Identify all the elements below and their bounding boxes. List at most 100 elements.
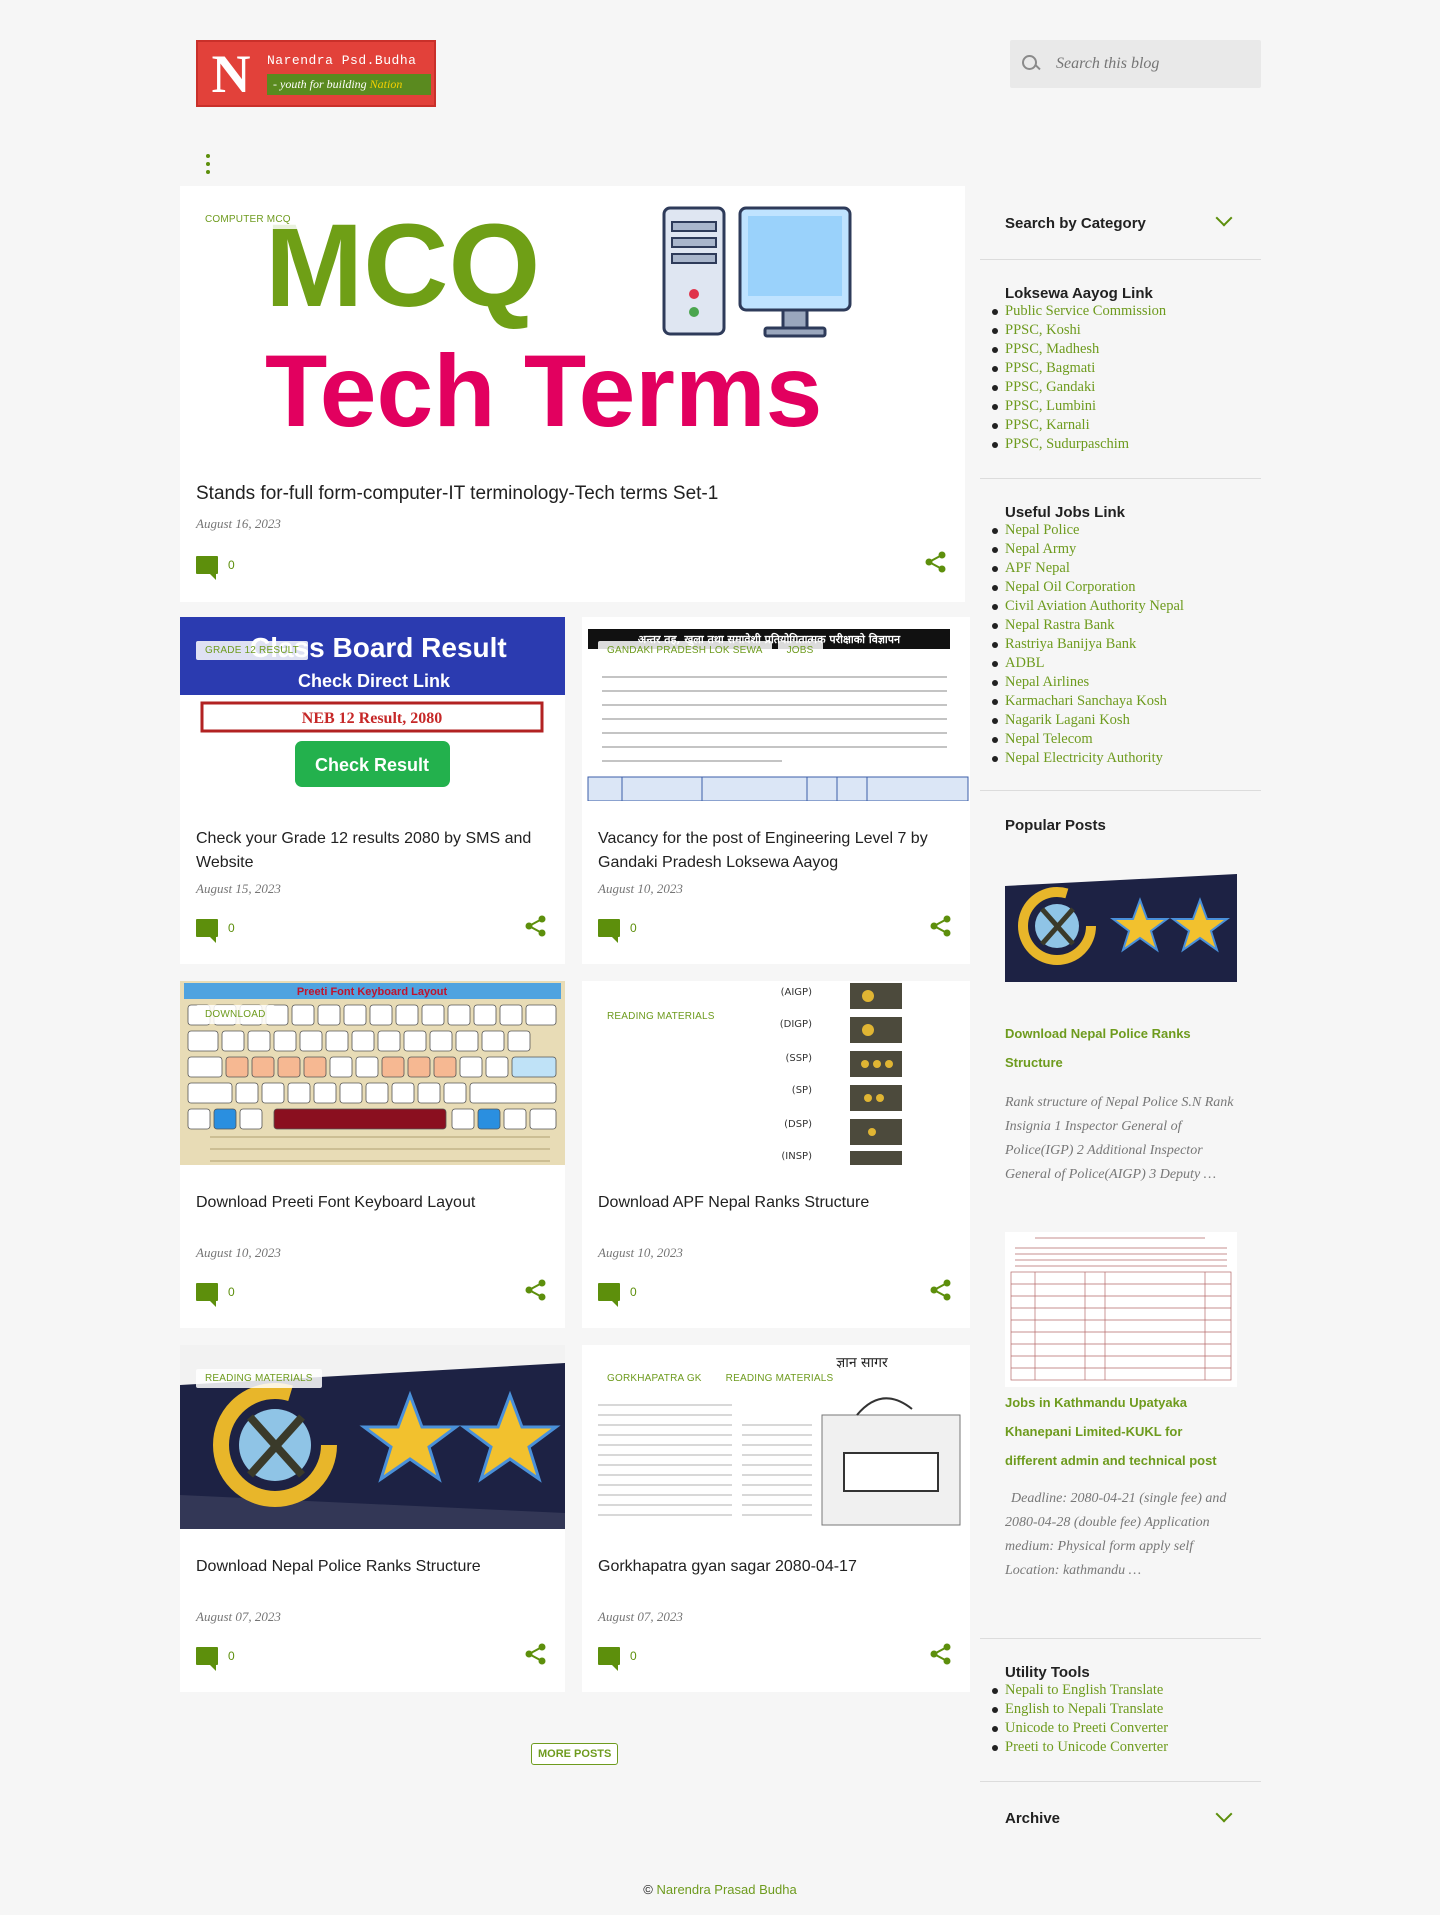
sidebar-link[interactable]: PPSC, Bagmati (991, 359, 1166, 378)
post-title[interactable]: Stands for-full form-computer-IT termino… (196, 482, 945, 506)
sidebar-link[interactable]: Nepal Army (992, 540, 1184, 559)
sidebar-link[interactable]: PPSC, Gandaki (991, 378, 1166, 397)
comment-count: 0 (630, 921, 637, 935)
sidebar-link[interactable]: Nepal Oil Corporation (992, 578, 1184, 597)
post-label[interactable]: GRADE 12 RESULT (196, 641, 308, 660)
post-label[interactable]: READING MATERIALS (598, 1007, 724, 1026)
sidebar-link[interactable]: Nepal Airlines (992, 673, 1184, 692)
footer: © Narendra Prasad Budha (0, 1882, 1440, 1897)
post-label[interactable]: JOBS (777, 641, 823, 660)
post-card[interactable]: (AIGP) (DIGP) (SSP) (SP) (DSP) (INSP) RE… (582, 981, 970, 1328)
sidebar-link[interactable]: Unicode to Preeti Converter (991, 1719, 1168, 1738)
chevron-down-icon[interactable] (1215, 1805, 1233, 1823)
sidebar-link[interactable]: English to Nepali Translate (991, 1700, 1168, 1719)
post-date[interactable]: August 07, 2023 (196, 1609, 281, 1625)
share-icon[interactable] (930, 1643, 952, 1665)
post-title[interactable]: Download Nepal Police Ranks Structure (196, 1555, 545, 1579)
post-title[interactable]: Vacancy for the post of Engineering Leve… (598, 827, 950, 875)
share-icon[interactable] (930, 915, 952, 937)
share-icon[interactable] (930, 1279, 952, 1301)
sidebar-link[interactable]: Nepal Electricity Authority (992, 749, 1184, 768)
post-label[interactable]: READING MATERIALS (716, 1369, 843, 1388)
comment-count: 0 (630, 1285, 637, 1299)
post-label[interactable]: GANDAKI PRADESH LOK SEWA (598, 641, 772, 660)
comment-icon (598, 1647, 620, 1671)
sidebar-link[interactable]: PPSC, Sudurpaschim (991, 435, 1166, 454)
post-label[interactable]: READING MATERIALS (196, 1369, 322, 1388)
share-icon[interactable] (925, 551, 947, 573)
logo-tagline: - youth for building Nation (267, 73, 431, 95)
sidebar-link[interactable]: PPSC, Koshi (991, 321, 1166, 340)
comment-link[interactable]: 0 (598, 1647, 637, 1671)
sidebar-link[interactable]: Preeti to Unicode Converter (991, 1738, 1168, 1757)
more-menu-icon[interactable] (204, 154, 212, 174)
share-icon[interactable] (525, 1279, 547, 1301)
blog-logo[interactable]: N Narendra Psd.Budha - youth for buildin… (196, 40, 436, 107)
post-date[interactable]: August 10, 2023 (598, 1245, 683, 1261)
sidebar-link[interactable]: Public Service Commission (991, 302, 1166, 321)
search-by-category-heading[interactable]: Search by Category (1005, 215, 1146, 232)
sidebar-link[interactable]: Karmachari Sanchaya Kosh (992, 692, 1184, 711)
post-title[interactable]: Download APF Nepal Ranks Structure (598, 1191, 950, 1215)
post-card[interactable]: Class Board Result Check Direct Link NEB… (180, 617, 565, 964)
sidebar-link[interactable]: Nepal Police (992, 521, 1184, 540)
post-title[interactable]: Gorkhapatra gyan sagar 2080-04-17 (598, 1555, 950, 1579)
image-text-mcq: MCQ (265, 200, 540, 332)
popular-post-thumbnail[interactable] (1005, 1232, 1237, 1387)
sidebar-link[interactable]: PPSC, Lumbini (991, 397, 1166, 416)
comment-count: 0 (228, 1649, 235, 1663)
sidebar-link[interactable]: ADBL (992, 654, 1184, 673)
sidebar-link[interactable]: Rastriya Banijya Bank (992, 635, 1184, 654)
popular-posts-heading: Popular Posts (1005, 817, 1106, 834)
sidebar-link[interactable]: PPSC, Karnali (991, 416, 1166, 435)
post-card[interactable]: अन्तर तह, खुला तथा समावेशी प्रतियोगितात्… (582, 617, 970, 964)
popular-post-thumbnail[interactable] (1005, 864, 1237, 982)
comment-link[interactable]: 0 (598, 1283, 637, 1307)
post-date[interactable]: August 07, 2023 (598, 1609, 683, 1625)
post-label[interactable]: COMPUTER MCQ (196, 210, 300, 229)
svg-text:ज्ञान सागर: ज्ञान सागर (836, 1355, 888, 1371)
featured-post[interactable]: MCQ Tech Terms COMPUTER MCQ Stands for-f… (180, 186, 965, 602)
svg-text:Check Direct Link: Check Direct Link (298, 671, 451, 691)
sidebar-link[interactable]: Nepal Telecom (992, 730, 1184, 749)
post-label[interactable]: GORKHAPATRA GK (598, 1369, 711, 1388)
comment-link[interactable]: 0 (196, 1283, 235, 1307)
search-input[interactable] (1056, 55, 1261, 73)
archive-heading[interactable]: Archive (1005, 1810, 1060, 1827)
utility-links: Nepali to English Translate English to N… (991, 1681, 1168, 1757)
post-date[interactable]: August 10, 2023 (196, 1245, 281, 1261)
post-label[interactable]: DOWNLOAD (196, 1005, 275, 1024)
comment-icon (196, 556, 218, 580)
popular-post-title[interactable]: Jobs in Kathmandu Upatyaka Khanepani Lim… (1005, 1388, 1235, 1475)
comment-icon (196, 1647, 218, 1671)
post-date[interactable]: August 10, 2023 (598, 881, 683, 897)
post-date[interactable]: August 15, 2023 (196, 881, 281, 897)
sidebar-divider (980, 1638, 1261, 1639)
post-card[interactable]: Preeti Font Keyboard Layout DOWNLOAD Dow… (180, 981, 565, 1328)
utility-tools-heading: Utility Tools (1005, 1664, 1090, 1681)
sidebar-link[interactable]: Nepali to English Translate (991, 1681, 1168, 1700)
chevron-down-icon[interactable] (1215, 209, 1233, 227)
comment-link[interactable]: 0 (598, 919, 637, 943)
search-box[interactable] (1010, 40, 1261, 88)
post-card[interactable]: READING MATERIALS Download Nepal Police … (180, 1345, 565, 1692)
sidebar-link[interactable]: PPSC, Madhesh (991, 340, 1166, 359)
share-icon[interactable] (525, 1643, 547, 1665)
sidebar-link[interactable]: Nagarik Lagani Kosh (992, 711, 1184, 730)
share-icon[interactable] (525, 915, 547, 937)
footer-author-link[interactable]: Narendra Prasad Budha (657, 1882, 797, 1897)
post-date[interactable]: August 16, 2023 (196, 516, 281, 532)
comment-link[interactable]: 0 (196, 556, 235, 580)
more-posts-button[interactable]: MORE POSTS (531, 1743, 619, 1765)
comment-link[interactable]: 0 (196, 919, 235, 943)
sidebar-link[interactable]: APF Nepal (992, 559, 1184, 578)
sidebar-link[interactable]: Civil Aviation Authority Nepal (992, 597, 1184, 616)
comment-count: 0 (228, 558, 235, 572)
post-card[interactable]: ज्ञान सागर GORKHAPATRA GK READING MATERI… (582, 1345, 970, 1692)
post-title[interactable]: Check your Grade 12 results 2080 by SMS … (196, 827, 545, 875)
search-icon[interactable] (1020, 53, 1042, 75)
sidebar-link[interactable]: Nepal Rastra Bank (992, 616, 1184, 635)
comment-link[interactable]: 0 (196, 1647, 235, 1671)
popular-post-title[interactable]: Download Nepal Police Ranks Structure (1005, 1019, 1235, 1077)
post-title[interactable]: Download Preeti Font Keyboard Layout (196, 1191, 545, 1215)
